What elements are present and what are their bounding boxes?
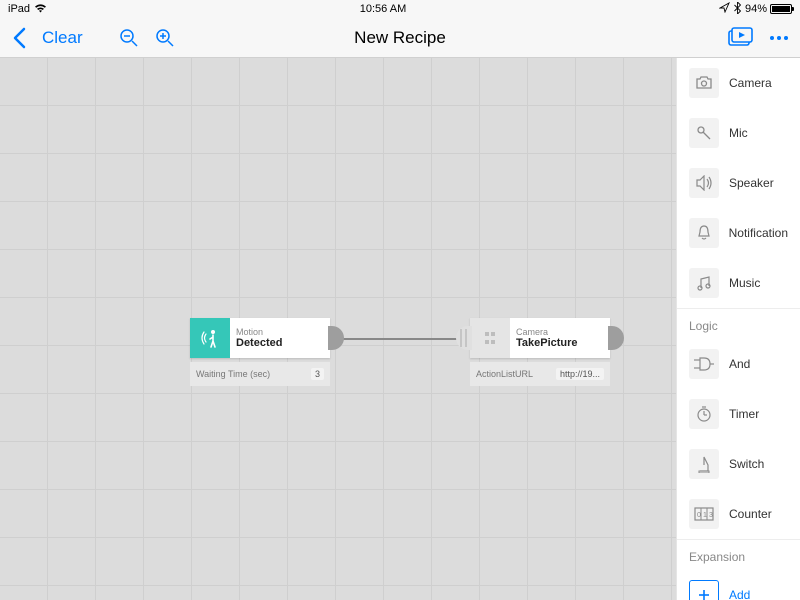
status-bar: iPad 10:56 AM 94% xyxy=(0,0,800,18)
bluetooth-icon xyxy=(734,2,741,17)
palette-item-timer[interactable]: Timer xyxy=(677,389,800,439)
palette-item-add[interactable]: Add xyxy=(677,570,800,600)
camera-placeholder-icon xyxy=(470,318,510,358)
node-param-row[interactable]: Waiting Time (sec) 3 xyxy=(190,362,330,386)
node-motion[interactable]: Motion Detected Waiting Time (sec) 3 xyxy=(190,318,330,386)
param-value: 3 xyxy=(311,368,324,380)
node-name: TakePicture xyxy=(516,337,604,349)
palette-section-logic: Logic xyxy=(677,308,800,339)
palette-item-and[interactable]: And xyxy=(677,339,800,389)
palette-item-switch[interactable]: Switch xyxy=(677,439,800,489)
clock: 10:56 AM xyxy=(360,3,406,15)
palette-item-label: Notification xyxy=(729,226,788,240)
and-icon xyxy=(689,349,719,379)
palette-item-label: Add xyxy=(729,588,750,600)
palette-item-music[interactable]: Music xyxy=(677,258,800,308)
device-label: iPad xyxy=(8,3,30,15)
bell-icon xyxy=(689,218,719,248)
svg-text:0: 0 xyxy=(697,512,701,519)
counter-icon: 013 xyxy=(689,499,719,529)
navigation-icon xyxy=(719,2,730,16)
node-category: Motion xyxy=(236,327,324,337)
wifi-icon xyxy=(34,3,47,16)
palette: Camera Mic Speaker Notification Music xyxy=(676,58,800,600)
battery-icon xyxy=(770,4,792,14)
canvas[interactable]: Motion Detected Waiting Time (sec) 3 Cam… xyxy=(0,58,676,600)
palette-item-speaker[interactable]: Speaker xyxy=(677,158,800,208)
toolbar: Clear New Recipe xyxy=(0,18,800,58)
node-camera[interactable]: Camera TakePicture ActionListURL http://… xyxy=(470,318,610,386)
mic-icon xyxy=(689,118,719,148)
more-button[interactable] xyxy=(770,36,788,40)
battery-percent: 94% xyxy=(745,3,767,15)
motion-icon xyxy=(190,318,230,358)
param-value: http://19... xyxy=(556,368,604,380)
palette-section-expansion: Expansion xyxy=(677,539,800,570)
palette-item-label: Camera xyxy=(729,76,772,90)
back-button[interactable] xyxy=(12,27,26,49)
param-label: ActionListURL xyxy=(476,369,533,379)
camera-icon xyxy=(689,68,719,98)
speaker-icon xyxy=(689,168,719,198)
zoom-in-button[interactable] xyxy=(155,28,175,48)
palette-item-label: And xyxy=(729,357,750,371)
zoom-out-button[interactable] xyxy=(119,28,139,48)
connection-wire xyxy=(332,338,457,340)
page-title: New Recipe xyxy=(354,28,446,48)
palette-item-label: Speaker xyxy=(729,176,774,190)
palette-item-label: Mic xyxy=(729,126,748,140)
switch-icon xyxy=(689,449,719,479)
palette-item-label: Timer xyxy=(729,407,759,421)
node-name: Detected xyxy=(236,337,324,349)
palette-item-label: Switch xyxy=(729,457,764,471)
palette-item-notification[interactable]: Notification xyxy=(677,208,800,258)
music-icon xyxy=(689,268,719,298)
param-label: Waiting Time (sec) xyxy=(196,369,270,379)
palette-item-camera[interactable]: Camera xyxy=(677,58,800,108)
play-button[interactable] xyxy=(726,27,754,49)
node-category: Camera xyxy=(516,327,604,337)
svg-text:3: 3 xyxy=(709,512,713,519)
palette-item-label: Music xyxy=(729,276,760,290)
palette-item-counter[interactable]: 013 Counter xyxy=(677,489,800,539)
node-param-row[interactable]: ActionListURL http://19... xyxy=(470,362,610,386)
plus-icon xyxy=(689,580,719,600)
clear-button[interactable]: Clear xyxy=(42,28,83,48)
timer-icon xyxy=(689,399,719,429)
palette-item-mic[interactable]: Mic xyxy=(677,108,800,158)
svg-text:1: 1 xyxy=(703,512,707,519)
palette-item-label: Counter xyxy=(729,507,772,521)
